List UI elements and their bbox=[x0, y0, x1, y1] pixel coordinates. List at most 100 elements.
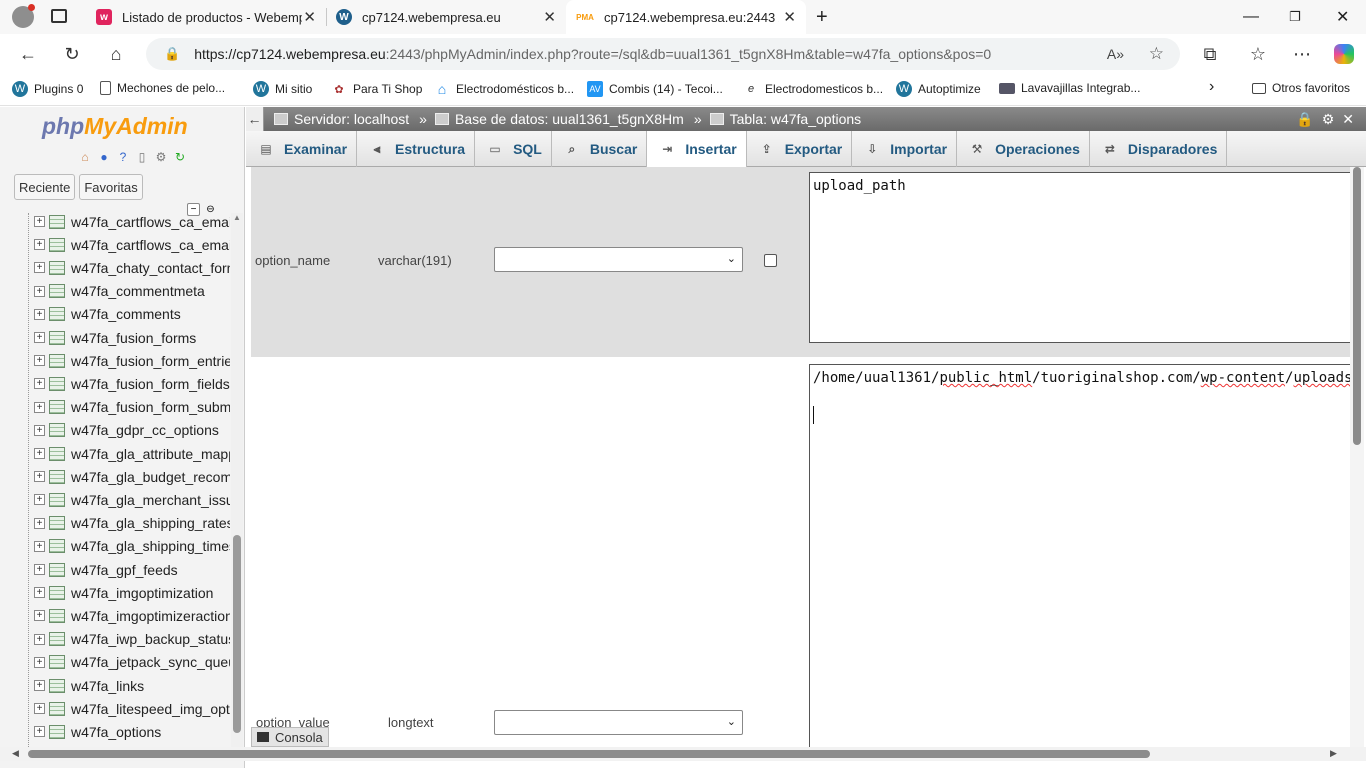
main-scrollbar[interactable] bbox=[1350, 167, 1364, 747]
bookmark-item[interactable]: W Plugins 0 bbox=[12, 81, 83, 97]
read-aloud-icon[interactable]: A» bbox=[1107, 46, 1124, 62]
tree-table-item[interactable]: + w47fa_chaty_contact_form_leads bbox=[34, 256, 230, 279]
reload-icon[interactable]: ↻ bbox=[172, 150, 188, 164]
tree-table-item[interactable]: + w47fa_options bbox=[34, 720, 161, 743]
tree-table-item[interactable]: + w47fa_gla_budget_recommendations bbox=[34, 465, 230, 488]
url-field[interactable]: 🔒 https://cp7124.webempresa.eu:2443/phpM… bbox=[146, 38, 1180, 70]
bookmark-item[interactable]: ✿ Para Ti Shop bbox=[331, 81, 422, 97]
value-textarea-option-name[interactable]: upload_path bbox=[809, 172, 1357, 343]
collapse-nav-arrow-icon[interactable]: ← bbox=[246, 107, 264, 131]
tab-cp7124[interactable]: W cp7124.webempresa.eu ✕ bbox=[326, 0, 566, 34]
logout-icon[interactable]: ● bbox=[96, 150, 112, 164]
new-tab-button[interactable]: + bbox=[816, 0, 828, 34]
expand-icon[interactable]: + bbox=[34, 285, 45, 297]
restore-icon[interactable]: ❐ bbox=[1289, 0, 1301, 34]
expand-icon[interactable]: + bbox=[34, 726, 45, 738]
tree-table-item[interactable]: + w47fa_fusion_form_fields bbox=[34, 372, 230, 395]
settings-menu-icon[interactable]: ⋯ bbox=[1287, 40, 1317, 68]
expand-icon[interactable]: + bbox=[34, 540, 45, 552]
tab-disparadores[interactable]: ⇄ Disparadores bbox=[1090, 131, 1228, 167]
expand-icon[interactable]: + bbox=[34, 680, 45, 691]
copilot-icon[interactable] bbox=[1329, 40, 1359, 68]
tree-table-item[interactable]: + w47fa_links bbox=[34, 674, 144, 697]
home-icon[interactable]: ⌂ bbox=[101, 40, 131, 68]
tree-table-item[interactable]: + w47fa_imgoptimizeractions bbox=[34, 604, 230, 627]
value-textarea-option-value[interactable]: /home/uual1361/public_html/tuoriginalsho… bbox=[809, 364, 1357, 754]
expand-icon[interactable]: + bbox=[34, 587, 45, 599]
close-icon[interactable]: ✕ bbox=[543, 8, 556, 26]
gear-icon[interactable]: ⚙ bbox=[153, 150, 169, 164]
extensions-icon[interactable]: ⧉ bbox=[1195, 40, 1225, 68]
tree-table-item[interactable]: + w47fa_gla_merchant_issues bbox=[34, 488, 230, 511]
favorite-star-icon[interactable]: ☆ bbox=[1149, 44, 1164, 64]
recent-tables-button[interactable]: Reciente bbox=[14, 174, 76, 200]
tree-table-item[interactable]: + w47fa_cartflows_ca_email_templates bbox=[34, 233, 230, 256]
horizontal-scrollbar[interactable]: ◀ ▶ bbox=[0, 747, 1366, 761]
expand-icon[interactable]: + bbox=[34, 424, 45, 436]
bookmark-item[interactable]: AV Combis (14) - Tecoi... bbox=[587, 81, 723, 97]
expand-icon[interactable]: + bbox=[34, 216, 45, 227]
expand-icon[interactable]: + bbox=[34, 262, 45, 274]
tree-table-item[interactable]: + w47fa_fusion_forms bbox=[34, 326, 196, 349]
tab-operaciones[interactable]: ⚒ Operaciones bbox=[957, 131, 1090, 167]
other-favorites-folder[interactable]: Otros favoritos bbox=[1252, 81, 1350, 95]
expand-icon[interactable]: + bbox=[34, 610, 45, 622]
tree-table-item[interactable]: + w47fa_litespeed_img_optm bbox=[34, 697, 230, 720]
tree-table-item[interactable]: + w47fa_fusion_form_submissions bbox=[34, 396, 230, 419]
expand-icon[interactable]: + bbox=[34, 494, 45, 506]
bookmark-item[interactable]: Lavavajillas Integrab... bbox=[999, 81, 1140, 95]
tab-phpmyadmin[interactable]: PMA cp7124.webempresa.eu:2443 / localhos… bbox=[566, 0, 806, 34]
close-icon[interactable]: ✕ bbox=[783, 8, 796, 26]
breadcrumb-table[interactable]: Tabla: w47fa_options bbox=[709, 111, 861, 127]
expand-icon[interactable]: + bbox=[34, 308, 45, 320]
expand-icon[interactable]: + bbox=[34, 378, 45, 390]
site-info-icon[interactable]: 🔒 bbox=[164, 46, 180, 62]
tree-table-item[interactable]: + w47fa_gdpr_cc_options bbox=[34, 419, 219, 442]
expand-icon[interactable]: + bbox=[34, 332, 45, 343]
bookmark-item[interactable]: e Electrodomesticos b... bbox=[743, 81, 883, 97]
tree-table-item[interactable]: + w47fa_jetpack_sync_queue bbox=[34, 651, 230, 674]
expand-icon[interactable]: + bbox=[34, 633, 45, 645]
expand-icon[interactable]: + bbox=[34, 564, 45, 575]
close-window-icon[interactable]: ✕ bbox=[1336, 0, 1349, 34]
scroll-left-icon[interactable]: ◀ bbox=[12, 748, 19, 759]
tree-table-item[interactable]: + w47fa_fusion_form_entries bbox=[34, 349, 230, 372]
bookmark-item[interactable]: W Mi sitio bbox=[253, 81, 312, 97]
close-icon[interactable]: ✕ bbox=[1342, 111, 1354, 128]
function-select[interactable]: ⌄ bbox=[494, 247, 743, 272]
gear-icon[interactable]: ⚙ bbox=[1322, 111, 1335, 128]
reload-icon[interactable]: ↻ bbox=[57, 40, 87, 68]
breadcrumb-server[interactable]: Servidor: localhost» bbox=[274, 111, 435, 127]
tab-actions-icon[interactable] bbox=[51, 9, 67, 23]
tree-table-item[interactable]: + w47fa_cartflows_ca_email_history bbox=[34, 213, 230, 233]
docs-icon[interactable]: ▯ bbox=[134, 150, 150, 164]
expand-icon[interactable]: + bbox=[34, 448, 45, 459]
tree-table-item[interactable]: + w47fa_gla_shipping_rates bbox=[34, 512, 230, 535]
back-arrow-icon[interactable]: ← bbox=[13, 40, 43, 68]
tab-exportar[interactable]: ⇪ Exportar bbox=[747, 131, 853, 167]
bookmark-item[interactable]: W Autoptimize bbox=[896, 81, 981, 97]
expand-icon[interactable]: + bbox=[34, 656, 45, 668]
tree-table-item[interactable]: + w47fa_gla_attribute_mapping_rules bbox=[34, 442, 230, 465]
expand-icon[interactable]: + bbox=[34, 355, 45, 367]
favorites-icon[interactable]: ☆ bbox=[1243, 40, 1273, 68]
more-bookmarks-chevron-icon[interactable]: › bbox=[1209, 78, 1214, 96]
function-select[interactable]: ⌄ bbox=[494, 710, 743, 735]
tab-importar[interactable]: ⇩ Importar bbox=[852, 131, 958, 167]
tree-table-item[interactable]: + w47fa_gla_shipping_times bbox=[34, 535, 230, 558]
tree-table-item[interactable]: + w47fa_iwp_backup_status bbox=[34, 628, 230, 651]
scroll-right-icon[interactable]: ▶ bbox=[1330, 748, 1337, 759]
bookmark-item[interactable]: Mechones de pelo... bbox=[100, 81, 225, 95]
expand-icon[interactable]: + bbox=[34, 239, 45, 251]
tree-table-item[interactable]: + w47fa_gpf_feeds bbox=[34, 558, 178, 581]
tab-examinar[interactable]: ▤ Examinar bbox=[246, 131, 358, 167]
tab-productos[interactable]: w Listado de productos - Webempresa ✕ bbox=[86, 0, 326, 34]
expand-icon[interactable]: + bbox=[34, 471, 45, 483]
expand-icon[interactable]: + bbox=[34, 703, 45, 715]
tree-table-item[interactable]: + w47fa_comments bbox=[34, 303, 181, 326]
tab-estructura[interactable]: ⫷ Estructura bbox=[357, 131, 476, 167]
breadcrumb-database[interactable]: Base de datos: uual1361_t5gnX8Hm» bbox=[434, 111, 710, 127]
expand-icon[interactable]: + bbox=[34, 401, 45, 413]
close-icon[interactable]: ✕ bbox=[303, 8, 316, 26]
phpmyadmin-logo[interactable]: phpMyAdmin bbox=[42, 113, 188, 140]
